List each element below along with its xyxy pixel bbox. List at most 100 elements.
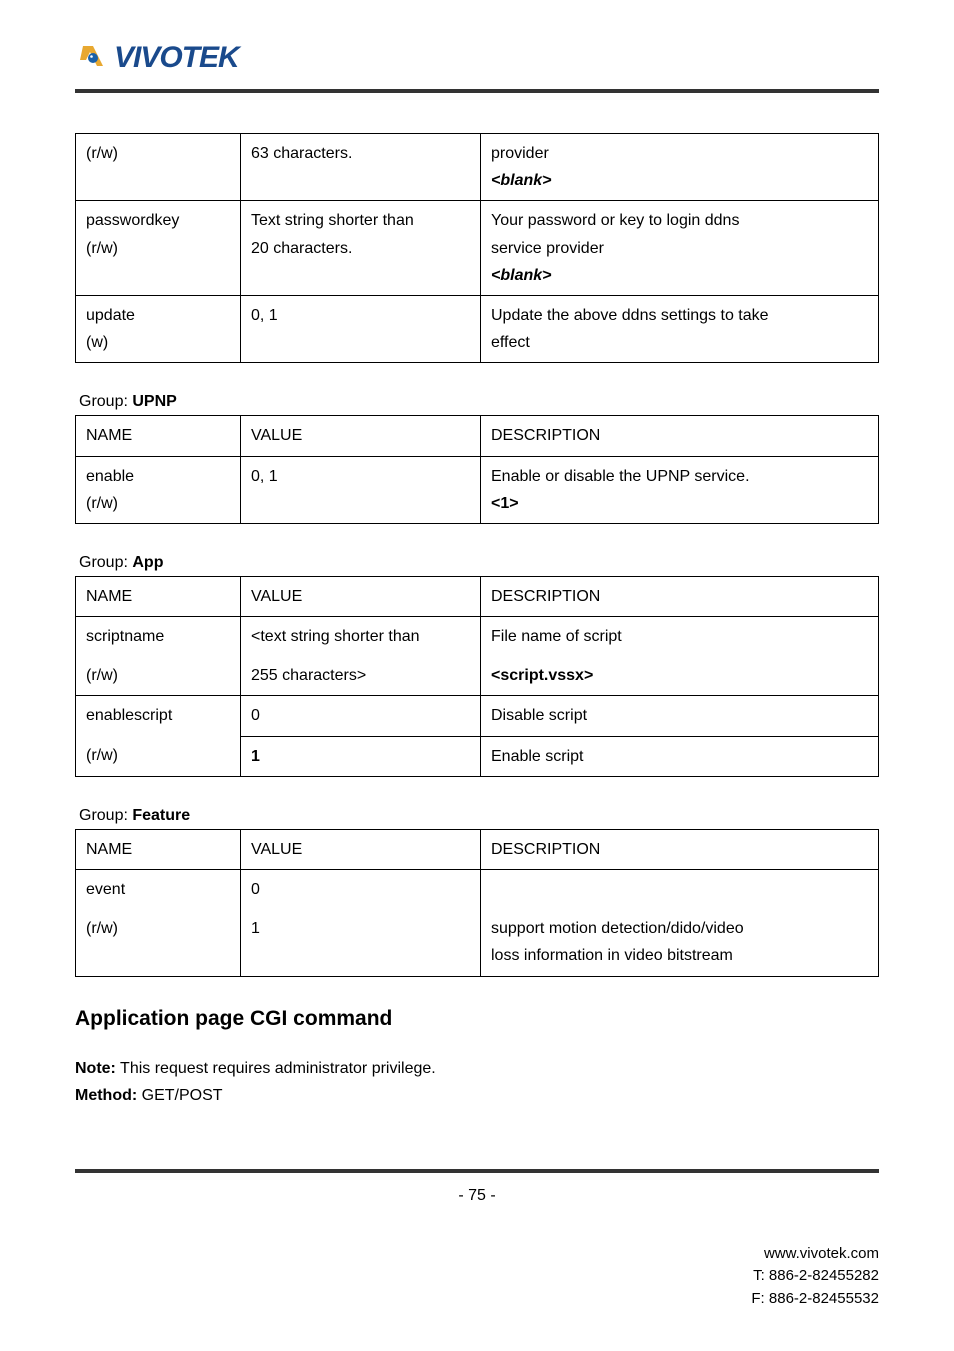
header-value: VALUE: [241, 576, 481, 616]
header-name: NAME: [76, 416, 241, 456]
header-desc: DESCRIPTION: [481, 576, 879, 616]
table-row: (r/w) 63 characters. provider <blank>: [76, 134, 879, 201]
group-prefix: Group:: [79, 393, 132, 410]
table-row: (r/w) 255 characters> <script.vssx>: [76, 656, 879, 696]
name-line: update: [86, 307, 135, 324]
desc-default: <script.vssx>: [491, 667, 593, 684]
desc-line: Enable or disable the UPNP service.: [491, 468, 750, 485]
group-label-app: Group: App: [79, 554, 879, 572]
cell-value: 0, 1: [241, 456, 481, 523]
logo-text: VIVOTEK: [114, 41, 239, 75]
cell-name: scriptname: [76, 617, 241, 657]
cell-name: enablescript: [76, 696, 241, 736]
cell-name: update (w): [76, 295, 241, 362]
table-header-row: NAME VALUE DESCRIPTION: [76, 829, 879, 869]
value-line: Text string shorter than: [251, 212, 414, 229]
cell-name: (r/w): [76, 909, 241, 976]
footer-tel: T: 886-2-82455282: [75, 1265, 879, 1288]
group-label-upnp: Group: UPNP: [79, 393, 879, 411]
table-header-row: NAME VALUE DESCRIPTION: [76, 416, 879, 456]
desc-line: effect: [491, 334, 530, 351]
group-prefix: Group:: [79, 554, 132, 571]
table-row: event 0: [76, 870, 879, 910]
logo: VIVOTEK: [75, 40, 239, 76]
cell-value: 0: [241, 696, 481, 736]
value-line: 20 characters.: [251, 240, 352, 257]
footer-divider: [75, 1169, 879, 1173]
table-row: enablescript 0 Disable script: [76, 696, 879, 736]
name-line: (r/w): [86, 495, 118, 512]
desc-default: <blank>: [491, 267, 551, 284]
cell-desc: [481, 870, 879, 910]
cell-value: 0, 1: [241, 295, 481, 362]
cell-desc: File name of script: [481, 617, 879, 657]
group-name: UPNP: [132, 393, 176, 410]
desc-line: Update the above ddns settings to take: [491, 307, 769, 324]
table-row: scriptname <text string shorter than Fil…: [76, 617, 879, 657]
cell-value: 255 characters>: [241, 656, 481, 696]
cell-desc: Enable script: [481, 736, 879, 776]
cell-desc: Update the above ddns settings to take e…: [481, 295, 879, 362]
table-row: (r/w) 1 Enable script: [76, 736, 879, 776]
desc-default: <1>: [491, 495, 519, 512]
cell-value: Text string shorter than 20 characters.: [241, 201, 481, 296]
header-name: NAME: [76, 829, 241, 869]
footer-url: www.vivotek.com: [75, 1243, 879, 1266]
vivotek-logo-icon: [75, 40, 111, 76]
table-feature: NAME VALUE DESCRIPTION event 0 (r/w) 1 s…: [75, 829, 879, 977]
group-prefix: Group:: [79, 807, 132, 824]
header-divider: [75, 89, 879, 93]
cell-desc: support motion detection/dido/video loss…: [481, 909, 879, 976]
cell-name: (r/w): [76, 736, 241, 776]
header-desc: DESCRIPTION: [481, 416, 879, 456]
table-row: enable (r/w) 0, 1 Enable or disable the …: [76, 456, 879, 523]
note-text: This request requires administrator priv…: [116, 1060, 436, 1077]
method-label: Method:: [75, 1087, 137, 1104]
logo-header: VIVOTEK: [75, 40, 879, 89]
footer-fax: F: 886-2-82455532: [75, 1288, 879, 1311]
page-number: - 75 -: [75, 1187, 879, 1205]
name-line: passwordkey: [86, 212, 179, 229]
cell-value: 1: [241, 736, 481, 776]
value-bold: 1: [251, 748, 260, 765]
header-value: VALUE: [241, 829, 481, 869]
cell-name: (r/w): [76, 134, 241, 201]
footer-info: www.vivotek.com T: 886-2-82455282 F: 886…: [75, 1243, 879, 1311]
cell-name: event: [76, 870, 241, 910]
table-row: passwordkey (r/w) Text string shorter th…: [76, 201, 879, 296]
table-ddns-continuation: (r/w) 63 characters. provider <blank> pa…: [75, 133, 879, 363]
desc-line: Your password or key to login ddns: [491, 212, 739, 229]
name-line: enable: [86, 468, 134, 485]
table-upnp: NAME VALUE DESCRIPTION enable (r/w) 0, 1…: [75, 415, 879, 524]
table-row: (r/w) 1 support motion detection/dido/vi…: [76, 909, 879, 976]
method-text: GET/POST: [137, 1087, 222, 1104]
cell-desc: Enable or disable the UPNP service. <1>: [481, 456, 879, 523]
cell-value: 0: [241, 870, 481, 910]
cell-desc: provider <blank>: [481, 134, 879, 201]
header-name: NAME: [76, 576, 241, 616]
desc-line: loss information in video bitstream: [491, 947, 733, 964]
group-name: Feature: [132, 807, 190, 824]
section-heading: Application page CGI command: [75, 1007, 879, 1031]
table-header-row: NAME VALUE DESCRIPTION: [76, 576, 879, 616]
table-row: update (w) 0, 1 Update the above ddns se…: [76, 295, 879, 362]
cell-name: (r/w): [76, 656, 241, 696]
cell-name: enable (r/w): [76, 456, 241, 523]
desc-line: provider: [491, 145, 549, 162]
header-desc: DESCRIPTION: [481, 829, 879, 869]
name-line: (w): [86, 334, 108, 351]
desc-default: <blank>: [491, 172, 551, 189]
desc-line: service provider: [491, 240, 604, 257]
group-name: App: [132, 554, 163, 571]
cell-value: 1: [241, 909, 481, 976]
name-line: (r/w): [86, 240, 118, 257]
cell-desc: <script.vssx>: [481, 656, 879, 696]
group-label-feature: Group: Feature: [79, 807, 879, 825]
cell-desc: Disable script: [481, 696, 879, 736]
table-app: NAME VALUE DESCRIPTION scriptname <text …: [75, 576, 879, 777]
note-label: Note:: [75, 1060, 116, 1077]
cell-desc: Your password or key to login ddns servi…: [481, 201, 879, 296]
cell-value: <text string shorter than: [241, 617, 481, 657]
header-value: VALUE: [241, 416, 481, 456]
cell-value: 63 characters.: [241, 134, 481, 201]
